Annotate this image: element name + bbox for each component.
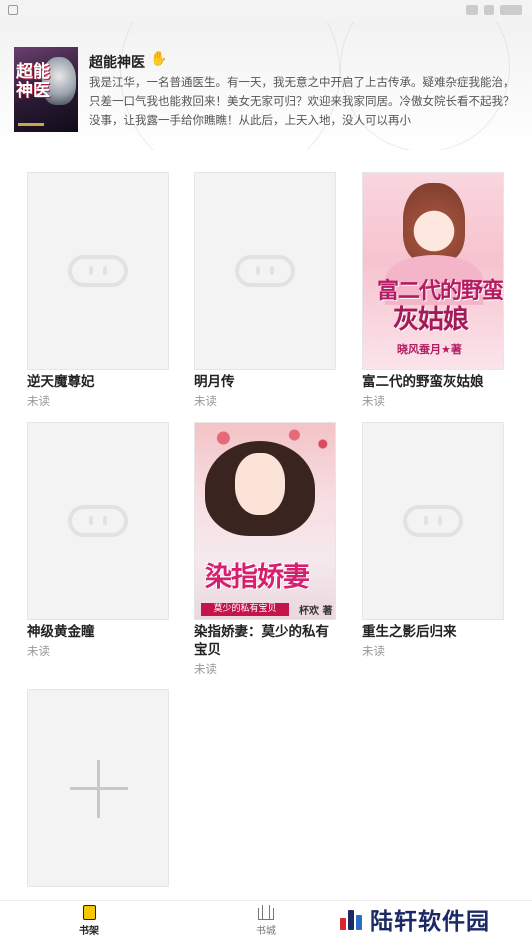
read-status: 未读 bbox=[362, 394, 385, 408]
book-cover-placeholder[interactable] bbox=[27, 172, 169, 370]
cover-title: 染指娇妻 bbox=[205, 562, 310, 593]
status-bar bbox=[0, 0, 532, 22]
cover-publisher-mark bbox=[18, 123, 44, 126]
notification-icon bbox=[8, 5, 18, 15]
featured-book-cover[interactable]: 超能神医 bbox=[14, 47, 78, 132]
book-cover-placeholder[interactable] bbox=[362, 422, 504, 620]
watermark: 陆轩软件园 bbox=[338, 902, 490, 936]
book-cover[interactable]: 染指娇妻 莫少的私有宝贝 杯欢 著 bbox=[194, 422, 336, 620]
book-title: 神级黄金瞳 bbox=[27, 624, 95, 640]
book-cover[interactable]: 富二代的野蛮 灰姑娘 晓风蚕月★著 bbox=[362, 172, 504, 370]
tab-bookstore[interactable]: 书城 bbox=[226, 905, 306, 937]
book-card[interactable]: 神级黄金瞳 未读 bbox=[27, 422, 169, 659]
placeholder-logo-icon bbox=[235, 255, 295, 287]
tab-label: 书城 bbox=[256, 926, 276, 937]
book-title: 明月传 bbox=[194, 374, 235, 390]
tab-bookshelf[interactable]: 书架 bbox=[49, 905, 129, 937]
wifi-icon bbox=[466, 5, 478, 15]
book-card[interactable]: 染指娇妻 莫少的私有宝贝 杯欢 著 染指娇妻：莫少的私有宝贝 未读 bbox=[194, 422, 336, 677]
book-title: 富二代的野蛮灰姑娘 bbox=[362, 374, 484, 390]
read-status: 未读 bbox=[362, 644, 385, 658]
status-icons bbox=[466, 5, 522, 15]
signal-icon bbox=[484, 5, 494, 15]
book-card[interactable]: 重生之影后归来 未读 bbox=[362, 422, 504, 659]
book-card[interactable]: 富二代的野蛮 灰姑娘 晓风蚕月★著 富二代的野蛮灰姑娘 未读 bbox=[362, 172, 504, 409]
tab-label: 书架 bbox=[79, 926, 99, 937]
read-status: 未读 bbox=[194, 662, 217, 676]
cover-author: 杯欢 著 bbox=[299, 606, 333, 617]
cover-illustration bbox=[403, 183, 465, 263]
watermark-text: 陆轩软件园 bbox=[370, 908, 490, 935]
read-status: 未读 bbox=[27, 394, 50, 408]
placeholder-logo-icon bbox=[68, 255, 128, 287]
bookstore-icon bbox=[258, 905, 274, 920]
book-card[interactable]: 逆天魔尊妃 未读 bbox=[27, 172, 169, 409]
watermark-logo bbox=[338, 906, 364, 932]
cover-author: 晓风蚕月★著 bbox=[397, 343, 462, 356]
bookshelf-icon bbox=[82, 905, 96, 920]
book-cover-placeholder[interactable] bbox=[27, 422, 169, 620]
wave-hand-icon: ✋ bbox=[150, 51, 168, 67]
featured-book-title[interactable]: 超能神医 bbox=[89, 52, 145, 72]
featured-book-description: 我是江华，一名普通医生。有一天，我无意之中开启了上古传承。疑难杂症我能治，只差一… bbox=[89, 75, 515, 127]
book-title: 逆天魔尊妃 bbox=[27, 374, 95, 390]
book-title: 染指娇妻：莫少的私有宝贝 bbox=[194, 624, 329, 658]
cover-title-line-2: 灰姑娘 bbox=[393, 305, 469, 335]
read-status: 未读 bbox=[27, 644, 50, 658]
cover-subtitle: 莫少的私有宝贝 bbox=[201, 603, 289, 616]
book-title: 重生之影后归来 bbox=[362, 624, 457, 640]
battery-icon bbox=[500, 5, 522, 15]
placeholder-logo-icon bbox=[68, 505, 128, 537]
plus-icon bbox=[70, 760, 128, 818]
book-card[interactable]: 明月传 未读 bbox=[194, 172, 336, 409]
cover-illustration-face bbox=[235, 453, 285, 515]
add-book-button[interactable] bbox=[27, 689, 169, 887]
book-cover-placeholder[interactable] bbox=[194, 172, 336, 370]
featured-cover-title: 超能神医 bbox=[16, 62, 50, 101]
read-status: 未读 bbox=[194, 394, 217, 408]
placeholder-logo-icon bbox=[403, 505, 463, 537]
